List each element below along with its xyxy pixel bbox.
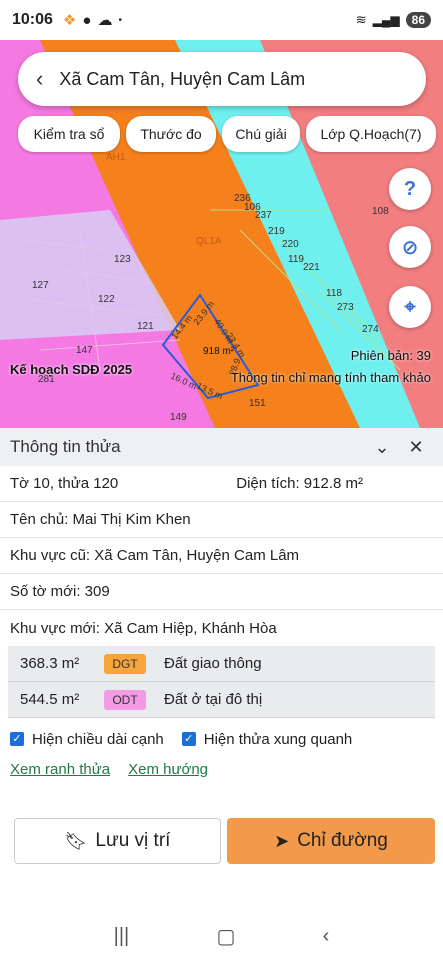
display-options: ✓ Hiện chiều dài cạnh ✓ Hiện thửa xung q… [0, 724, 443, 754]
status-bar: 10:06 ❖ ● ☁ • ≋ ▂▄▆ 86 [0, 0, 443, 40]
view-boundary-link[interactable]: Xem ranh thửa [10, 761, 110, 778]
plan-layer-label: Kế hoạch SDĐ 2025 [10, 362, 133, 377]
parcel-label: 147 [76, 345, 93, 356]
owner-text: Tên chủ: Mai Thị Kim Khen [10, 511, 191, 528]
sheet-row: Tờ 10, thửa 120 Diện tích: 912.8 m² [0, 466, 443, 502]
land-use-row: 368.3 m² DGT Đất giao thông [8, 646, 435, 682]
panel-actions: 🔖︎ Lưu vị trí ➤ Chỉ đường [14, 818, 435, 864]
parcel-label: 274 [362, 324, 379, 335]
back-arrow-icon[interactable]: ‹ [36, 66, 43, 92]
location-title: Xã Cam Tân, Huyện Cam Lâm [59, 68, 306, 89]
save-location-button[interactable]: 🔖︎ Lưu vị trí [14, 818, 221, 864]
chip-legend[interactable]: Chú giải [222, 116, 300, 152]
search-bar[interactable]: ‹ Xã Cam Tân, Huyện Cam Lâm [18, 52, 426, 106]
parcel-label: 108 [372, 206, 389, 217]
land-use-name: Đất giao thông [164, 655, 262, 672]
parcel-info-panel: Thông tin thửa ⌄ ✕ Tờ 10, thửa 120 Diện … [0, 428, 443, 960]
owner-row: Tên chủ: Mai Thị Kim Khen [0, 502, 443, 538]
new-sheet-row: Số tờ mới: 309 [0, 574, 443, 610]
parcel-label: 273 [337, 302, 354, 313]
parcel-area-label: 918 m² [203, 346, 235, 357]
parcel-label: 122 [98, 294, 115, 305]
area-text: Diện tích: 912.8 m² [236, 475, 363, 492]
land-use-area: 544.5 m² [20, 691, 80, 708]
land-use-row: 544.5 m² ODT Đất ở tại đô thị [8, 682, 435, 718]
parcel-label: 151 [249, 398, 266, 409]
parcel-label: 237 [255, 210, 272, 221]
battery-icon: 86 [405, 12, 431, 28]
new-area-row: Khu vực mới: Xã Cam Hiệp, Khánh Hòa [0, 610, 443, 646]
show-edge-length-label[interactable]: Hiện chiều dài cạnh [32, 731, 164, 748]
land-use-code-badge: DGT [104, 653, 146, 674]
land-use-code-badge: ODT [104, 689, 146, 710]
show-neighbors-label[interactable]: Hiện thửa xung quanh [204, 731, 352, 748]
status-time: 10:06 [12, 11, 53, 28]
home-icon[interactable]: ▢ [216, 924, 235, 949]
system-nav-bar: ||| ▢ ‹ [0, 912, 443, 960]
collapse-chevron-icon[interactable]: ⌄ [365, 437, 399, 458]
chip-measure[interactable]: Thước đo [126, 116, 216, 152]
new-sheet-text: Số tờ mới: 309 [10, 583, 110, 600]
question-icon: ? [403, 177, 417, 200]
land-use-name: Đất ở tại đô thị [164, 691, 263, 708]
parcel-label: 220 [282, 239, 299, 250]
chip-check-book[interactable]: Kiểm tra sổ [18, 116, 120, 152]
parcel-label: 119 [288, 254, 304, 265]
help-button[interactable]: ? [389, 168, 431, 210]
panel-links: Xem ranh thửa Xem hướng [0, 754, 443, 784]
panel-header: Thông tin thửa ⌄ ✕ [0, 428, 443, 466]
locate-button[interactable]: ⌖ [389, 286, 431, 328]
parcel-label: 121 [137, 321, 154, 332]
bookmark-icon: 🔖︎ [64, 830, 88, 851]
parcel-label: 149 [170, 412, 187, 423]
back-icon[interactable]: ‹ [323, 925, 330, 948]
disclaimer-note: Thông tin chỉ mang tính tham khảo [230, 370, 431, 385]
map-version: Phiên bản: 39 [350, 348, 431, 363]
parcel-label: 127 [32, 280, 49, 291]
save-location-label: Lưu vị trí [95, 830, 171, 851]
old-area-text: Khu vực cũ: Xã Cam Tân, Huyện Cam Lâm [10, 547, 300, 564]
old-area-row: Khu vực cũ: Xã Cam Tân, Huyện Cam Lâm [0, 538, 443, 574]
new-area-text: Khu vực mới: Xã Cam Hiệp, Khánh Hòa [10, 619, 277, 637]
dot-icon: • [118, 14, 122, 26]
parcel-label: 118 [326, 288, 342, 299]
compass-button[interactable]: ⊘ [389, 226, 431, 268]
compass-icon: ⊘ [401, 236, 419, 259]
send-arrow-icon: ➤ [274, 830, 290, 851]
panel-title: Thông tin thửa [10, 437, 121, 456]
road-label: AH1 [106, 152, 126, 163]
close-icon[interactable]: ✕ [399, 437, 433, 458]
chat-icon: ● [82, 11, 92, 29]
sheet-parcel-text: Tờ 10, thửa 120 [10, 475, 119, 492]
view-direction-link[interactable]: Xem hướng [128, 761, 208, 778]
cloud-icon: ☁ [97, 12, 113, 29]
land-use-area: 368.3 m² [20, 655, 80, 672]
parcel-label: 219 [268, 226, 285, 237]
chip-plan-layer[interactable]: Lớp Q.Hoạch(7) [306, 116, 436, 152]
parcel-label: 221 [303, 262, 320, 273]
recent-apps-icon[interactable]: ||| [114, 925, 130, 948]
directions-button[interactable]: ➤ Chỉ đường [227, 818, 435, 864]
directions-label: Chỉ đường [297, 830, 388, 851]
show-neighbors-checkbox[interactable]: ✓ [181, 732, 196, 746]
notification-icon: ❖ [62, 12, 77, 29]
wifi-icon: ≋ [355, 12, 367, 27]
parcel-label: 123 [114, 254, 131, 265]
map-tool-chips: Kiểm tra sổ Thước đo Chú giải Lớp Q.Hoạc… [18, 116, 436, 152]
signal-icon: ▂▄▆ [372, 13, 400, 27]
show-edge-length-checkbox[interactable]: ✓ [10, 732, 24, 746]
road-label: QL1A [196, 236, 222, 247]
crosshair-icon: ⌖ [404, 295, 416, 318]
